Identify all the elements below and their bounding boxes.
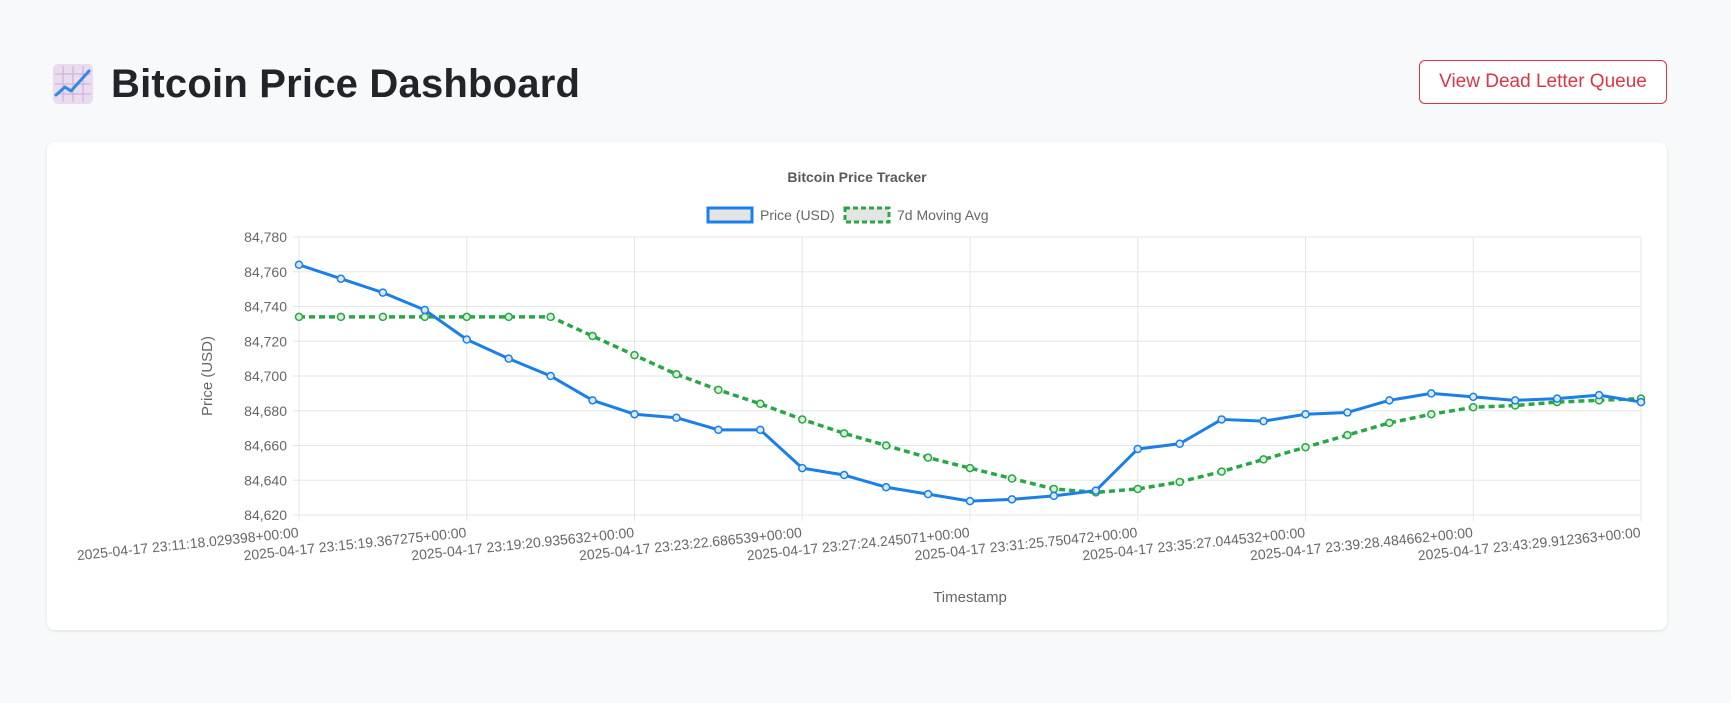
data-point-price — [1594, 390, 1604, 400]
data-point-moving-avg — [839, 429, 849, 438]
data-point-price — [1510, 396, 1520, 405]
data-point-moving-avg — [756, 399, 765, 409]
data-point-price — [1259, 416, 1268, 426]
data-point-price — [1636, 397, 1646, 407]
data-point-moving-avg — [923, 453, 933, 462]
data-point-price — [923, 489, 933, 499]
legend-label-price: Price (USD) — [760, 207, 835, 223]
data-point-price — [1343, 408, 1352, 417]
data-point-moving-avg — [1301, 442, 1310, 452]
data-point-moving-avg — [1217, 467, 1226, 476]
dashboard-page: Bitcoin Price Dashboard View Dead Letter… — [0, 0, 1731, 703]
data-point-price — [630, 409, 639, 419]
data-point-price — [881, 482, 891, 492]
y-tick-label: 84,620 — [244, 507, 287, 523]
data-point-price — [1091, 486, 1101, 495]
y-tick-label: 84,680 — [244, 403, 287, 419]
data-point-price — [420, 305, 430, 315]
data-point-price — [1552, 394, 1562, 403]
legend-label-moving-avg: 7d Moving Avg — [897, 207, 989, 223]
data-point-moving-avg — [1049, 484, 1059, 494]
data-point-moving-avg — [378, 312, 388, 322]
data-point-price — [1007, 495, 1017, 504]
data-point-moving-avg — [336, 312, 346, 322]
data-point-moving-avg — [672, 370, 681, 379]
x-axis-label: Timestamp — [933, 589, 1007, 606]
title-group: Bitcoin Price Dashboard — [53, 60, 580, 108]
data-point-price — [462, 335, 471, 344]
data-point-moving-avg — [294, 312, 304, 322]
data-point-moving-avg — [1469, 403, 1478, 412]
data-point-price — [756, 425, 765, 435]
data-point-price — [1049, 491, 1059, 501]
chart-title: Bitcoin Price Tracker — [787, 169, 927, 185]
data-point-price — [1217, 415, 1226, 424]
data-point-price — [1175, 439, 1184, 449]
data-point-moving-avg — [965, 463, 975, 473]
data-point-moving-avg — [504, 312, 513, 322]
data-point-price — [672, 413, 681, 422]
data-point-moving-avg — [1007, 474, 1017, 483]
data-point-moving-avg — [588, 331, 597, 341]
legend-swatch-moving-avg — [843, 206, 891, 224]
data-point-moving-avg — [881, 441, 891, 450]
legend-swatch-price — [706, 206, 754, 224]
y-tick-label: 84,700 — [244, 368, 287, 384]
data-point-moving-avg — [462, 312, 471, 322]
chart-increasing-icon — [53, 64, 93, 104]
data-point-moving-avg — [546, 312, 555, 322]
data-point-price — [714, 425, 723, 435]
data-point-moving-avg — [714, 385, 723, 395]
data-point-moving-avg — [1133, 484, 1142, 494]
y-tick-label: 84,760 — [244, 264, 287, 280]
data-point-price — [965, 496, 975, 506]
data-point-price — [1385, 396, 1394, 405]
data-point-moving-avg — [1175, 477, 1184, 487]
data-point-price — [1301, 409, 1310, 419]
data-point-price — [378, 288, 388, 297]
y-tick-label: 84,740 — [244, 299, 287, 315]
data-point-price — [588, 396, 597, 405]
y-axis-label: Price (USD) — [199, 336, 216, 416]
data-point-price — [798, 463, 807, 473]
view-dead-letter-queue-button[interactable]: View Dead Letter Queue — [1419, 60, 1667, 104]
page-title: Bitcoin Price Dashboard — [111, 62, 581, 106]
data-point-moving-avg — [630, 350, 639, 360]
data-point-price — [294, 260, 304, 270]
data-point-price — [546, 371, 555, 381]
data-point-moving-avg — [420, 312, 430, 322]
data-point-price — [839, 470, 849, 480]
data-point-moving-avg — [1259, 455, 1268, 464]
y-tick-label: 84,780 — [244, 229, 287, 245]
data-point-moving-avg — [1427, 409, 1436, 419]
data-point-moving-avg — [1343, 430, 1352, 440]
data-point-moving-avg — [1385, 418, 1394, 428]
data-point-price — [504, 354, 513, 363]
chart-card: Bitcoin Price Tracker Price (USD) 7d Movin… — [47, 142, 1667, 630]
y-tick-label: 84,720 — [244, 333, 287, 349]
data-point-moving-avg — [798, 415, 807, 424]
data-point-price — [1133, 444, 1142, 454]
y-tick-label: 84,660 — [244, 438, 287, 454]
y-tick-label: 84,640 — [244, 472, 287, 488]
data-point-price — [1469, 392, 1478, 402]
bitcoin-price-chart: Bitcoin Price Tracker Price (USD) 7d Movin… — [76, 169, 1646, 606]
data-point-price — [336, 274, 346, 283]
data-point-price — [1427, 389, 1436, 398]
page-header: Bitcoin Price Dashboard View Dead Letter… — [47, 52, 1667, 112]
